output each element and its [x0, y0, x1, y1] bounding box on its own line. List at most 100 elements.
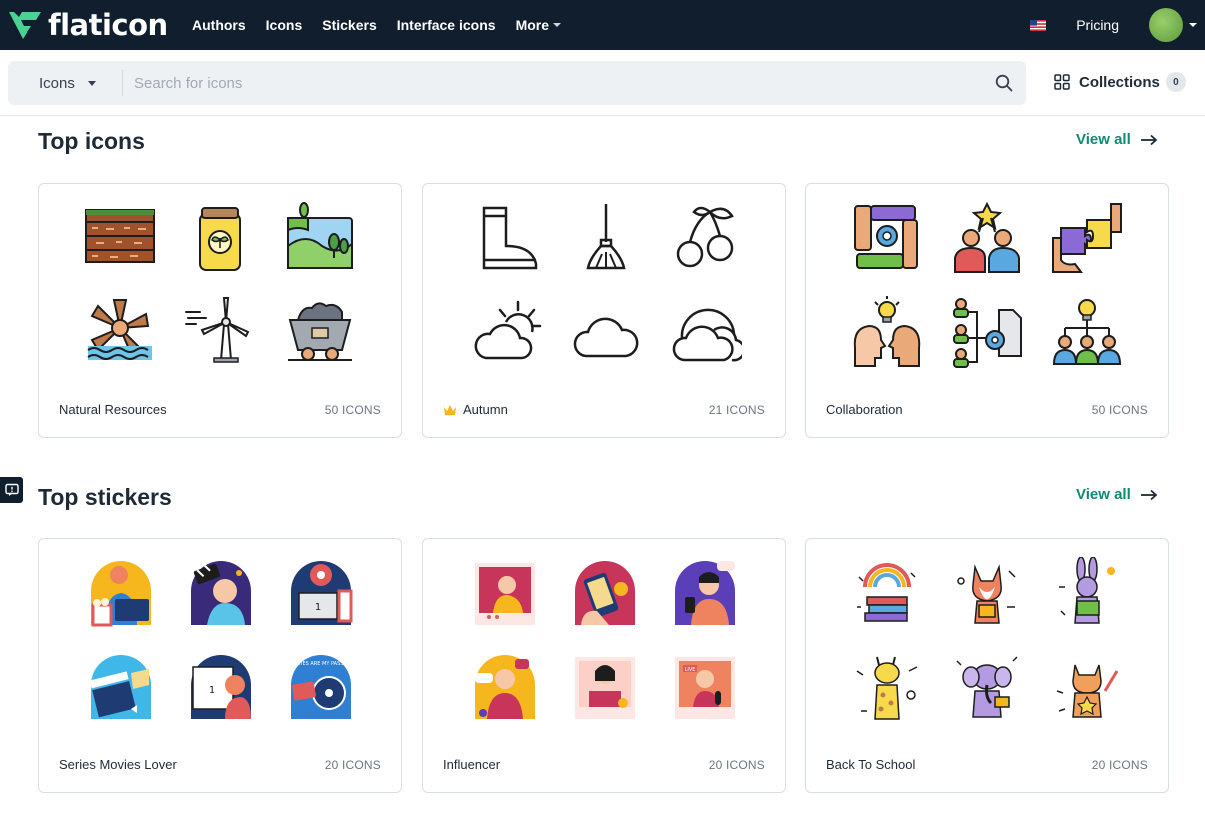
sun-cloud-icon — [474, 300, 542, 360]
puzzle-hands-icon — [1052, 203, 1122, 273]
screen-viewer-sticker: 1 — [191, 655, 251, 719]
grid-icon — [1054, 74, 1070, 90]
card-icon-count: 20 ICONS — [1091, 758, 1148, 772]
idea-heads-icon — [853, 296, 921, 367]
team-star-icon — [954, 202, 1020, 273]
card-icon-count: 50 ICONS — [324, 403, 381, 417]
sticker-grid: 1 1 MOVIES ARE MY PASSION — [39, 539, 401, 729]
icon-grid — [423, 184, 785, 374]
view-all-icons-link[interactable]: View all — [1076, 131, 1158, 148]
card-title: Back To School — [826, 757, 916, 772]
card-title: Natural Resources — [59, 402, 167, 417]
icon-grid — [39, 184, 401, 374]
clapper-girl-sticker — [191, 561, 251, 625]
nav-more[interactable]: More — [515, 17, 562, 33]
nav-right: Pricing — [1030, 0, 1197, 50]
card-title: Collaboration — [826, 402, 903, 417]
arrow-right-icon — [1140, 134, 1158, 145]
selfie-sticker — [675, 561, 735, 625]
chevron-down-icon[interactable] — [1189, 23, 1197, 27]
card-title: Influencer — [443, 757, 501, 772]
card-icon-count: 21 ICONS — [708, 403, 765, 417]
fox-student-sticker — [957, 564, 1016, 624]
card-title: Autumn — [463, 402, 508, 417]
chat-girl-sticker — [475, 655, 535, 719]
user-avatar[interactable] — [1149, 8, 1183, 42]
nav-more-label: More — [515, 17, 550, 33]
top-navigation: flaticon Authors Icons Stickers Interfac… — [0, 0, 1205, 50]
rabbit-reader-sticker — [1059, 557, 1115, 624]
cherries-icon — [676, 206, 734, 268]
collection-card-influencer[interactable]: LIVE Influencer 20 ICONS — [422, 538, 786, 793]
soil-layers-icon — [85, 209, 155, 263]
fertilizer-bag-icon — [199, 207, 241, 271]
sticker-label: 1 — [315, 602, 321, 613]
collections-label: Collections — [1079, 73, 1160, 91]
search-row: Icons Collections 0 — [0, 50, 1205, 116]
view-all-label: View all — [1076, 131, 1131, 148]
pricing-link[interactable]: Pricing — [1076, 17, 1119, 33]
collection-card-autumn[interactable]: Autumn 21 ICONS — [422, 183, 786, 438]
sticker-label: LIVE — [685, 667, 696, 673]
flaticon-logo[interactable]: flaticon — [8, 8, 178, 42]
section-title-top-icons: Top icons — [38, 128, 145, 154]
photo-cake-sticker — [575, 657, 635, 719]
sticker-grid: LIVE — [423, 539, 785, 729]
section-title-top-stickers: Top stickers — [38, 484, 172, 510]
cinema-laptop-sticker: 1 — [291, 561, 353, 625]
search-input[interactable] — [123, 61, 982, 105]
feedback-chat-icon — [4, 483, 19, 496]
water-wheel-icon — [87, 299, 152, 360]
search-icon — [995, 74, 1013, 92]
premium-crown-icon — [444, 404, 456, 415]
photo-influencer-sticker — [475, 563, 535, 625]
team-idea-icon — [1052, 299, 1122, 365]
icon-grid — [806, 184, 1168, 374]
card-icon-count: 20 ICONS — [324, 758, 381, 772]
main-nav: Authors Icons Stickers Interface icons M… — [192, 17, 581, 33]
clapperboard-sticker — [89, 655, 151, 719]
collection-card-series-movies-lover[interactable]: 1 1 MOVIES ARE MY PASSION Series Movies … — [38, 538, 402, 793]
chevron-down-icon — [553, 23, 562, 27]
search-button[interactable] — [982, 61, 1026, 105]
sticker-label: 1 — [209, 685, 215, 696]
feedback-button[interactable] — [0, 477, 23, 503]
sticker-label: MOVIES ARE MY PASSION — [289, 661, 352, 667]
collections-button[interactable]: Collections 0 — [1054, 72, 1186, 92]
film-reel-sticker: MOVIES ARE MY PASSION — [289, 655, 353, 719]
chevron-down-icon — [87, 80, 96, 86]
books-rainbow-sticker — [857, 563, 916, 622]
popcorn-laptop-sticker — [91, 561, 151, 627]
collection-card-collaboration[interactable]: Collaboration 50 ICONS — [805, 183, 1169, 438]
card-title: Series Movies Lover — [59, 757, 177, 772]
giraffe-student-sticker — [856, 656, 918, 720]
card-title-autumn: Autumn — [443, 402, 508, 417]
search-bar: Icons — [8, 61, 1026, 105]
nav-interface-icons[interactable]: Interface icons — [397, 17, 496, 33]
teamwork-gear-icon — [854, 205, 918, 269]
cloud-icon — [573, 317, 639, 358]
phone-hand-sticker — [575, 561, 635, 625]
collection-card-back-to-school[interactable]: Back To School 20 ICONS — [805, 538, 1169, 793]
nav-stickers[interactable]: Stickers — [322, 17, 376, 33]
nav-icons[interactable]: Icons — [266, 17, 303, 33]
view-all-stickers-link[interactable]: View all — [1076, 486, 1158, 503]
search-type-label: Icons — [39, 74, 75, 92]
sticker-grid — [806, 539, 1168, 729]
view-all-label: View all — [1076, 486, 1131, 503]
nav-authors[interactable]: Authors — [192, 17, 246, 33]
collections-count-badge: 0 — [1165, 72, 1186, 92]
arrow-right-icon — [1140, 489, 1158, 500]
card-icon-count: 50 ICONS — [1091, 403, 1148, 417]
elephant-student-sticker — [956, 656, 1018, 718]
wind-turbine-icon — [185, 297, 250, 363]
flaticon-wordmark: flaticon — [48, 8, 168, 42]
collection-card-natural-resources[interactable]: Natural Resources 50 ICONS — [38, 183, 402, 438]
coal-cart-icon — [288, 302, 352, 361]
live-stream-sticker: LIVE — [675, 657, 735, 719]
card-icon-count: 20 ICONS — [708, 758, 765, 772]
us-flag-icon[interactable] — [1030, 19, 1047, 31]
rain-boot-icon — [482, 206, 538, 270]
clouds-icon — [672, 308, 742, 362]
search-type-select[interactable]: Icons — [8, 70, 123, 96]
